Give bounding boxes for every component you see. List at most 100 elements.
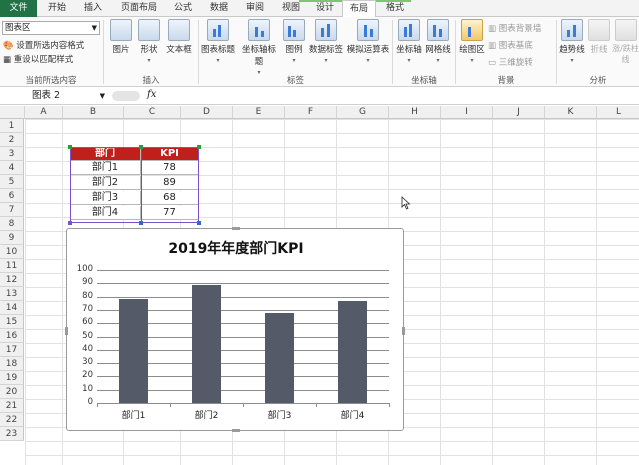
row-header-7[interactable]: 7 (0, 203, 24, 217)
table-cell[interactable]: 68 (141, 191, 199, 205)
chart-resize-handle[interactable] (232, 227, 240, 230)
table-cell[interactable]: 77 (141, 206, 199, 220)
tab-format[interactable]: 格式 (378, 0, 412, 17)
reset-style-button[interactable]: ▦ 重设以匹配样式 (3, 53, 73, 65)
picture-button[interactable]: 图片 (108, 19, 134, 55)
column-header-f[interactable]: F (285, 106, 337, 119)
range-handle[interactable] (197, 145, 201, 149)
legend-button[interactable]: 图例 ▾ (283, 19, 305, 65)
chart-resize-handle[interactable] (402, 327, 405, 335)
row-header-22[interactable]: 22 (0, 413, 24, 427)
column-header-j[interactable]: J (493, 106, 545, 119)
chart-floor-button[interactable]: ▥ 图表基底 (488, 39, 533, 51)
chart-wall-button[interactable]: ▥ 图表背景墙 (488, 22, 541, 34)
range-handle[interactable] (139, 145, 143, 149)
row-header-20[interactable]: 20 (0, 385, 24, 399)
y-tick-label: 90 (82, 277, 93, 288)
column-header-h[interactable]: H (389, 106, 441, 119)
tab-formulas[interactable]: 公式 (166, 0, 200, 17)
chart-bar[interactable] (338, 300, 367, 403)
column-header-i[interactable]: I (441, 106, 493, 119)
row-header-4[interactable]: 4 (0, 161, 24, 175)
lines-button[interactable]: 折线 (588, 19, 610, 55)
formula-bar-resize-handle[interactable] (112, 91, 140, 101)
column-header-c[interactable]: C (124, 106, 181, 119)
row-header-3[interactable]: 3 (0, 147, 24, 161)
row-header-17[interactable]: 17 (0, 343, 24, 357)
table-cell[interactable]: 78 (141, 161, 199, 175)
column-header-g[interactable]: G (337, 106, 389, 119)
chart-elements-combo[interactable]: 图表区 ▼ (2, 21, 100, 35)
chart-title[interactable]: 2019年年度部门KPI (67, 238, 405, 258)
column-header-d[interactable]: D (181, 106, 233, 119)
row-header-12[interactable]: 12 (0, 273, 24, 287)
row-header-19[interactable]: 19 (0, 371, 24, 385)
column-header-k[interactable]: K (545, 106, 597, 119)
table-cell[interactable]: 89 (141, 176, 199, 190)
dropdown-arrow-icon: ▾ (407, 57, 411, 64)
data-table-button[interactable]: 模拟运算表 ▾ (346, 19, 390, 65)
tab-view[interactable]: 视图 (274, 0, 308, 17)
shapes-button[interactable]: 形状 ▾ (136, 19, 162, 65)
table-cell[interactable]: 部门4 (70, 206, 141, 220)
chart-bar[interactable] (192, 284, 221, 403)
row-header-15[interactable]: 15 (0, 315, 24, 329)
column-header-e[interactable]: E (233, 106, 285, 119)
chart-resize-handle[interactable] (65, 327, 68, 335)
tab-layout[interactable]: 布局 (342, 0, 376, 18)
table-cell[interactable]: 部门2 (70, 176, 141, 190)
axes-button[interactable]: 坐标轴 ▾ (395, 19, 423, 65)
tab-design[interactable]: 设计 (308, 0, 342, 17)
tab-home[interactable]: 开始 (40, 0, 74, 17)
tab-page-layout[interactable]: 页面布局 (114, 0, 164, 17)
plot-area-button[interactable]: 绘图区 ▾ (458, 19, 486, 65)
tab-review[interactable]: 审阅 (238, 0, 272, 17)
3d-rotation-button[interactable]: ▭ 三维旋转 (488, 56, 533, 68)
name-box[interactable]: 图表 2 ▼ (2, 89, 107, 103)
column-header-b[interactable]: B (63, 106, 124, 119)
row-header-8[interactable]: 8 (0, 217, 24, 231)
table-header-cell[interactable]: KPI (141, 147, 199, 161)
range-handle[interactable] (68, 221, 72, 225)
column-header-a[interactable]: A (25, 106, 63, 119)
insert-function-icon[interactable]: fx (147, 89, 156, 100)
row-header-2[interactable]: 2 (0, 133, 24, 147)
table-cell[interactable]: 部门3 (70, 191, 141, 205)
chart-area[interactable]: 2019年年度部门KPI 0 10 20 30 40 50 60 70 80 90 100 部门1 部门… (65, 227, 405, 432)
trendline-button[interactable]: 趋势线 ▾ (558, 19, 586, 65)
row-header-11[interactable]: 11 (0, 259, 24, 273)
row-header-1[interactable]: 1 (0, 119, 24, 133)
table-header-cell[interactable]: 部门 (70, 147, 141, 161)
tab-data[interactable]: 数据 (202, 0, 236, 17)
row-header-16[interactable]: 16 (0, 329, 24, 343)
textbox-button[interactable]: 文本框 (163, 19, 195, 55)
row-header-13[interactable]: 13 (0, 287, 24, 301)
range-handle[interactable] (68, 145, 72, 149)
row-header-21[interactable]: 21 (0, 399, 24, 413)
gridlines-button[interactable]: 网格线 ▾ (424, 19, 452, 65)
row-header-9[interactable]: 9 (0, 231, 24, 245)
row-header-6[interactable]: 6 (0, 189, 24, 203)
y-tick-label: 0 (87, 397, 93, 407)
chart-bar[interactable] (119, 299, 148, 403)
tab-file[interactable]: 文件 (0, 0, 37, 17)
row-header-5[interactable]: 5 (0, 175, 24, 189)
chart-bar[interactable] (265, 312, 294, 403)
column-header-l[interactable]: L (597, 106, 639, 119)
row-header-18[interactable]: 18 (0, 357, 24, 371)
table-cell[interactable]: 部门1 (70, 161, 141, 175)
chart-title-button[interactable]: 图表标题 ▾ (200, 19, 236, 65)
format-selection-button[interactable]: 🎨 设置所选内容格式 (3, 39, 84, 51)
axis-titles-button[interactable]: 坐标轴标题 ▾ (238, 19, 280, 77)
chart-resize-handle[interactable] (232, 429, 240, 432)
range-handle[interactable] (139, 221, 143, 225)
row-header-14[interactable]: 14 (0, 301, 24, 315)
row-header-10[interactable]: 10 (0, 245, 24, 259)
select-all-corner[interactable] (0, 106, 25, 119)
updown-bars-button[interactable]: 涨/跌柱线 (612, 19, 639, 65)
tab-insert[interactable]: 插入 (76, 0, 110, 17)
data-labels-button[interactable]: 数据标签 ▾ (308, 19, 344, 65)
row-header-23[interactable]: 23 (0, 427, 24, 441)
range-handle[interactable] (197, 221, 201, 225)
3d-rotation-label: 三维旋转 (498, 58, 533, 68)
